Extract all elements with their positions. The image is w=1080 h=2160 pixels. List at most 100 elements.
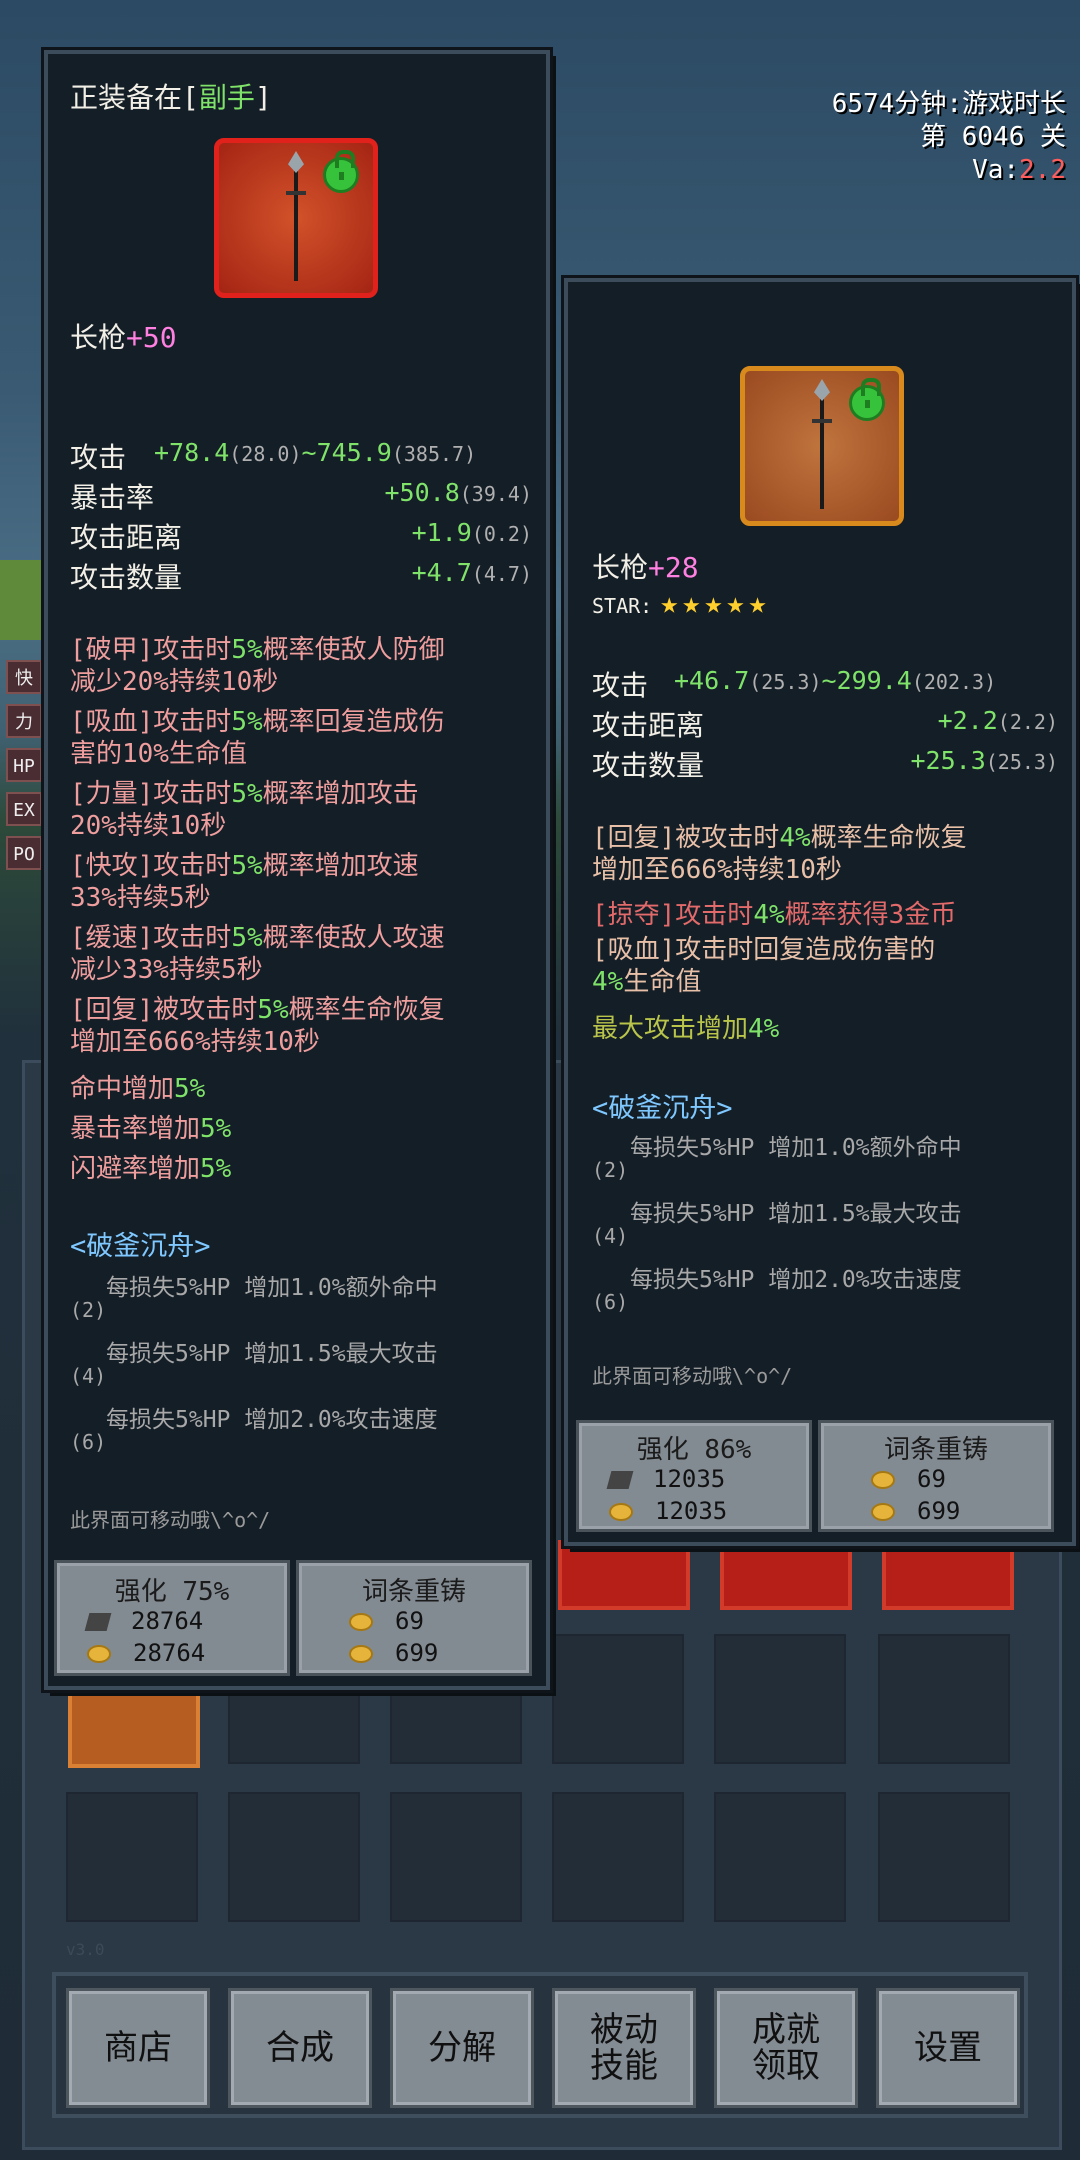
side-chip[interactable]: HP <box>6 748 42 782</box>
reforge-button[interactable]: 词条重铸 69 699 <box>818 1420 1054 1532</box>
cost-row: 28764 <box>84 1607 203 1635</box>
inventory-slot[interactable] <box>714 1634 846 1764</box>
stat-name: 攻击 <box>70 441 127 474</box>
va-text: Va:2.2 <box>972 155 1066 185</box>
item-name: 长枪+50 <box>70 321 177 354</box>
cost-row: 69 <box>871 1465 946 1493</box>
stat-value: +25.3(25.3) <box>910 746 1058 775</box>
nav-shop-button[interactable]: 商店 <box>66 1988 210 2108</box>
playtime-text: 6574分钟:游戏时长 <box>831 89 1066 119</box>
set-row: 每损失5%HP 增加2.0%攻击速度 <box>106 1407 438 1433</box>
lock-icon[interactable] <box>323 150 359 193</box>
bottom-nav: 商店 合成 分解 被动 技能 成就 领取 设置 <box>52 1972 1028 2118</box>
effect-line: [回复]被攻击时4%概率生命恢复 增加至666%持续10秒 <box>592 823 967 885</box>
spear-item-icon <box>214 138 378 298</box>
equipped-slot-text: 正装备在[副手] <box>70 81 272 114</box>
bonus-line: 暴击率增加5% <box>70 1114 232 1144</box>
reforge-button[interactable]: 词条重铸 69 699 <box>296 1560 532 1676</box>
enhance-button[interactable]: 强化 86% 12035 12035 <box>576 1420 812 1532</box>
stat-value: +46.7(25.3)~299.4(202.3) <box>674 666 997 695</box>
bonus-line: 命中增加5% <box>70 1074 206 1104</box>
stat-value: +2.2(2.2) <box>937 706 1058 735</box>
hammer-icon <box>606 1471 634 1489</box>
gold-coin-icon <box>871 1471 895 1489</box>
set-row: 每损失5%HP 增加1.0%额外命中 <box>106 1275 438 1301</box>
spear-icon <box>812 389 832 509</box>
lock-icon[interactable] <box>849 378 885 421</box>
cost-row: 12035 <box>606 1465 725 1493</box>
enhance-label: 强化 86% <box>636 1435 752 1465</box>
stat-name: 攻击距离 <box>70 521 183 554</box>
inventory-slot[interactable] <box>558 1540 690 1610</box>
side-chip[interactable]: 力 <box>6 704 42 738</box>
effect-line: [吸血]攻击时5%概率回复造成伤 害的10%生命值 <box>70 707 445 769</box>
inventory-slot[interactable] <box>390 1792 522 1922</box>
inventory-slot[interactable] <box>552 1634 684 1764</box>
inventory-slot[interactable] <box>68 1690 200 1768</box>
cost-row: 699 <box>871 1497 960 1525</box>
effect-line: [力量]攻击时5%概率增加攻击 20%持续10秒 <box>70 779 419 841</box>
stat-name: 暴击率 <box>70 481 155 514</box>
reforge-label: 词条重铸 <box>883 1435 988 1465</box>
effect-line: [缓速]攻击时5%概率使敌人攻速 减少33%持续5秒 <box>70 923 445 985</box>
star-icon: ★ <box>704 586 723 621</box>
nav-achievement-button[interactable]: 成就 领取 <box>714 1988 858 2108</box>
set-row: 每损失5%HP 增加1.0%额外命中 <box>630 1135 962 1161</box>
effect-line: [吸血]攻击时回复造成伤害的 4%生命值 <box>592 935 936 997</box>
move-hint: 此界面可移动哦\^o^/ <box>592 1364 793 1388</box>
star-icon: ★ <box>748 586 767 621</box>
stat-name: 攻击数量 <box>70 561 183 594</box>
star-rating: STAR: ★ ★ ★ ★ ★ <box>592 586 767 621</box>
nav-dismantle-button[interactable]: 分解 <box>390 1988 534 2108</box>
set-row-count: (4) <box>592 1224 629 1248</box>
inventory-slot[interactable] <box>882 1540 1014 1610</box>
effect-line: [掠夺]攻击时4%概率获得3金币 <box>592 900 957 930</box>
inventory-slot[interactable] <box>552 1792 684 1922</box>
side-chip[interactable]: 快 <box>6 660 42 694</box>
move-hint: 此界面可移动哦\^o^/ <box>70 1508 271 1532</box>
effect-line: [快攻]攻击时5%概率增加攻速 33%持续5秒 <box>70 851 419 913</box>
inventory-slot[interactable] <box>66 1792 198 1922</box>
set-row-count: (6) <box>70 1430 107 1454</box>
stat-value: +1.9(0.2) <box>411 518 532 547</box>
set-row-count: (4) <box>70 1364 107 1388</box>
gold-coin-icon <box>609 1503 633 1521</box>
gold-coin-icon <box>87 1645 111 1663</box>
gold-coin-icon <box>349 1645 373 1663</box>
side-chip[interactable]: EX <box>6 792 42 826</box>
inventory-slot[interactable] <box>714 1792 846 1922</box>
side-chips: 快 力 HP EX PO <box>6 660 42 880</box>
enhance-button[interactable]: 强化 75% 28764 28764 <box>54 1560 290 1676</box>
side-chip[interactable]: PO <box>6 836 42 870</box>
equipped-item-panel[interactable]: 正装备在[副手] 长枪+50 攻击 +78.4(28.0)~745.9(385.… <box>44 50 550 1690</box>
effect-line: [回复]被攻击时5%概率生命恢复 增加至666%持续10秒 <box>70 995 445 1057</box>
set-row: 每损失5%HP 增加1.5%最大攻击 <box>630 1201 962 1227</box>
star-icon: ★ <box>660 586 679 621</box>
cost-row: 28764 <box>87 1639 205 1667</box>
inventory-slot[interactable] <box>720 1540 852 1610</box>
nav-passive-skill-button[interactable]: 被动 技能 <box>552 1988 696 2108</box>
inventory-slot[interactable] <box>878 1792 1010 1922</box>
inventory-slot[interactable] <box>878 1634 1010 1764</box>
effect-line: [破甲]攻击时5%概率使敌人防御 减少20%持续10秒 <box>70 635 445 697</box>
level-text: 第 6046 关 <box>920 122 1066 152</box>
inventory-slot[interactable] <box>228 1792 360 1922</box>
star-icon: ★ <box>682 586 701 621</box>
game-hud: 6574分钟:游戏时长 第 6046 关 Va:2.2 <box>832 88 1066 187</box>
bonus-line: 最大攻击增加4% <box>592 1014 780 1044</box>
set-row: 每损失5%HP 增加1.5%最大攻击 <box>106 1341 438 1367</box>
gold-coin-icon <box>349 1613 373 1631</box>
spear-icon <box>286 161 306 281</box>
gold-coin-icon <box>871 1503 895 1521</box>
reforge-label: 词条重铸 <box>361 1577 466 1607</box>
set-name: <破釜沉舟> <box>592 1093 733 1124</box>
star-icon: ★ <box>726 586 745 621</box>
nav-craft-button[interactable]: 合成 <box>228 1988 372 2108</box>
cost-row: 69 <box>349 1607 424 1635</box>
nav-settings-button[interactable]: 设置 <box>876 1988 1020 2108</box>
version-text: v3.0 <box>66 1940 105 1959</box>
stat-name: 攻击数量 <box>592 749 705 782</box>
enhance-label: 强化 75% <box>114 1577 230 1607</box>
stat-value: +4.7(4.7) <box>411 558 532 587</box>
compare-item-panel[interactable]: 长枪+28 STAR: ★ ★ ★ ★ ★ 攻击 +46.7(25.3)~299.4(20… <box>564 278 1076 1546</box>
